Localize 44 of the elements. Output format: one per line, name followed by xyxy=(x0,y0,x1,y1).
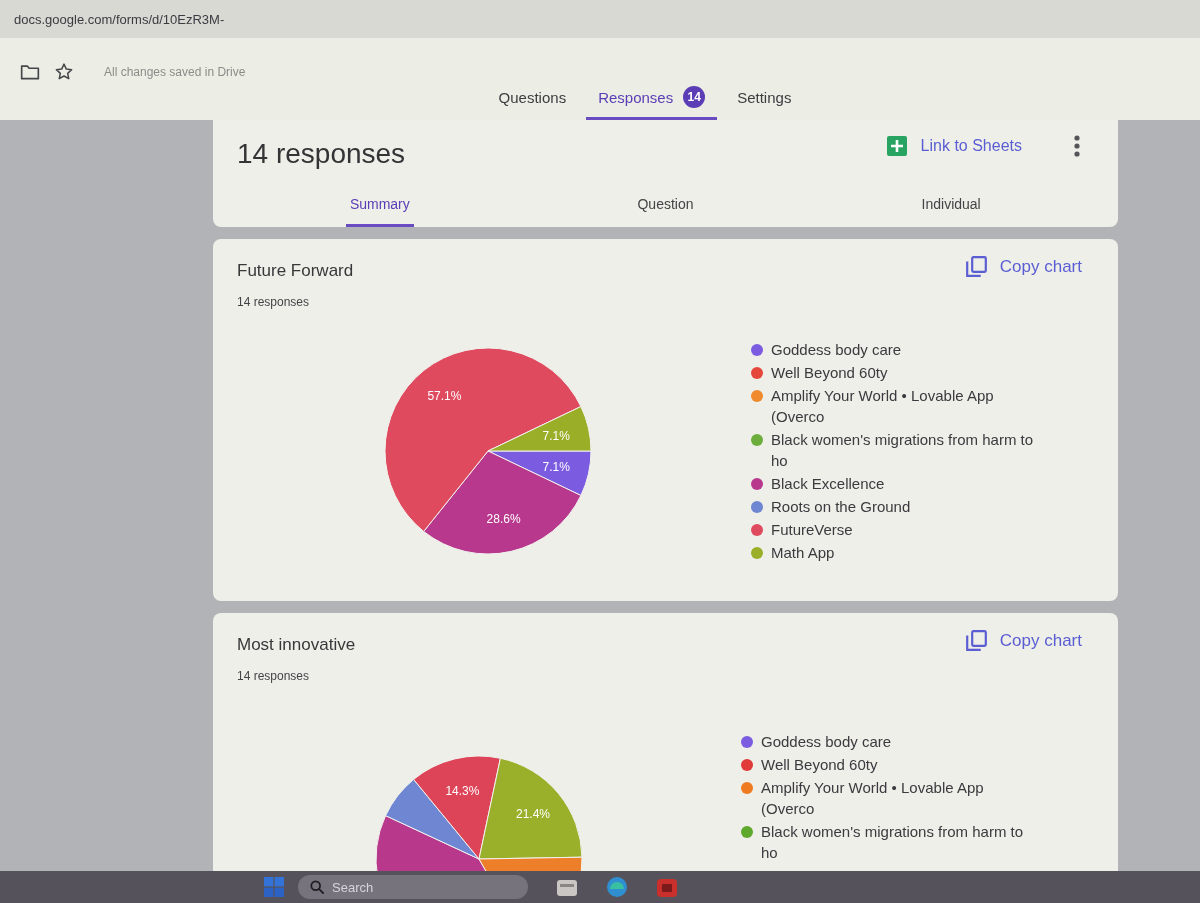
slice-label: 14.3% xyxy=(445,784,480,798)
response-count: 14 responses xyxy=(237,295,311,309)
legend-label: Amplify Your World • Lovable App (Overco xyxy=(761,778,985,819)
search-field[interactable]: Search xyxy=(298,875,528,899)
search-icon xyxy=(310,880,324,894)
star-icon[interactable] xyxy=(54,62,74,82)
legend-label: Roots on the Ground xyxy=(771,497,911,517)
spreadsheet-icon xyxy=(886,136,907,156)
legend-label: Goddess body care xyxy=(771,340,902,360)
question-title: Most innovative xyxy=(237,635,356,655)
copy-chart-button[interactable]: Copy chart xyxy=(951,625,1094,657)
slice-label: 7.1% xyxy=(542,459,570,474)
legend-label: Black women's migrations from harm to ho xyxy=(761,822,1025,863)
url-text[interactable]: docs.google.com/forms/d/10EzR3M- xyxy=(14,11,225,27)
legend-label: FutureVerse xyxy=(771,520,853,540)
folder-icon[interactable] xyxy=(20,62,40,82)
view-tab[interactable]: Summary xyxy=(345,192,414,227)
slice-label: 21.4% xyxy=(516,807,550,822)
copy-icon xyxy=(963,629,988,653)
question-title: Future Forward xyxy=(237,261,354,281)
legend-label: Goddess body care xyxy=(761,732,892,752)
legend-label: Well Beyond 60ty xyxy=(771,363,888,383)
slice-label: 57.1% xyxy=(427,389,462,404)
slice-label: 28.6% xyxy=(486,512,521,527)
legend-label: Well Beyond 60ty xyxy=(761,755,878,775)
slice-label: 7.1% xyxy=(542,428,570,443)
legend-label: Amplify Your World • Lovable App (Overco xyxy=(771,386,995,427)
view-tab[interactable]: Individual xyxy=(917,192,985,227)
copy-icon xyxy=(963,255,988,279)
save-status: All changes saved in Drive xyxy=(104,65,246,79)
more-menu-icon[interactable] xyxy=(1074,135,1080,157)
view-tab[interactable]: Question xyxy=(633,192,698,227)
legend-label: Math App xyxy=(771,543,835,563)
browser-icon[interactable] xyxy=(606,876,628,898)
tab[interactable]: Questions xyxy=(486,86,579,120)
tab[interactable]: Settings xyxy=(725,86,804,120)
link-to-sheets-button[interactable]: Link to Sheets xyxy=(878,130,1030,162)
windows-start-icon[interactable] xyxy=(264,877,284,897)
response-count: 14 responses xyxy=(237,669,311,683)
copy-chart-button[interactable]: Copy chart xyxy=(951,251,1094,283)
count-badge: 14 xyxy=(683,86,706,108)
legend-label: Black women's migrations from harm to ho xyxy=(771,430,1035,471)
legend-label: Black Excellence xyxy=(771,474,885,494)
responses-heading: 14 responses xyxy=(237,138,406,170)
